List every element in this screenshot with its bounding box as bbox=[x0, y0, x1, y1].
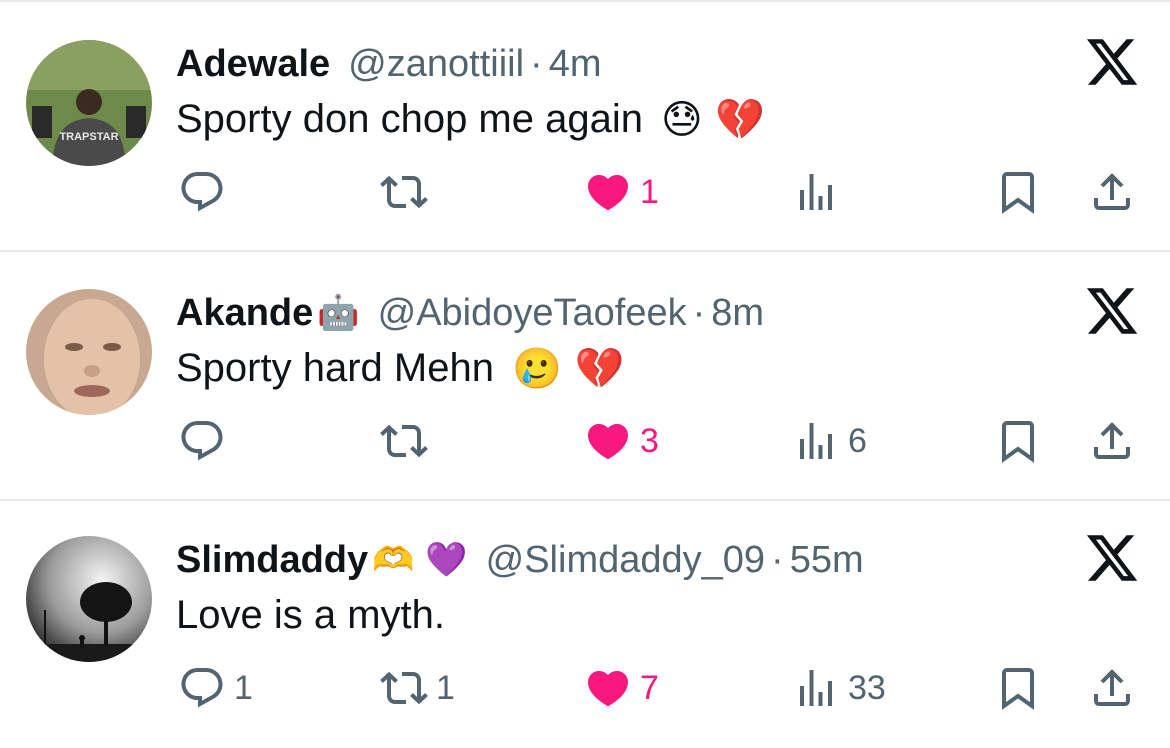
divider bbox=[0, 250, 1170, 252]
display-name[interactable]: Adewale bbox=[176, 43, 330, 86]
reply-icon bbox=[178, 168, 226, 216]
tweet-reply[interactable]: Slimdaddy 🫶 💜 @Slimdaddy_09 · 55m Love i… bbox=[0, 500, 1170, 748]
x-logo-icon[interactable] bbox=[1084, 34, 1140, 90]
tweet-text: Love is a myth. bbox=[176, 586, 445, 644]
bookmark-button[interactable] bbox=[994, 658, 1042, 718]
views-icon bbox=[792, 664, 840, 712]
views-button[interactable]: 6 bbox=[792, 411, 867, 471]
retweet-icon bbox=[380, 664, 428, 712]
bookmark-button[interactable] bbox=[994, 411, 1042, 471]
share-button[interactable] bbox=[1088, 658, 1136, 718]
heart-icon bbox=[584, 417, 632, 465]
share-icon bbox=[1088, 168, 1136, 216]
display-name[interactable]: Slimdaddy bbox=[176, 539, 368, 582]
share-icon bbox=[1088, 417, 1136, 465]
timestamp[interactable]: 55m bbox=[790, 539, 864, 582]
like-button[interactable]: 7 bbox=[584, 658, 659, 718]
timestamp[interactable]: 4m bbox=[549, 43, 602, 86]
avatar[interactable]: TRAPSTAR bbox=[26, 40, 152, 166]
heart-icon bbox=[584, 168, 632, 216]
tweet-reply[interactable]: TRAPSTAR Adewale @zanottiiil · 4m Sporty… bbox=[0, 4, 1170, 252]
like-button[interactable]: 1 bbox=[584, 162, 659, 222]
retweet-count: 1 bbox=[436, 668, 455, 707]
tweet-actions: 1 1 7 33 bbox=[0, 658, 1170, 718]
top-divider bbox=[0, 0, 1170, 2]
reply-icon bbox=[178, 664, 226, 712]
svg-text:TRAPSTAR: TRAPSTAR bbox=[59, 131, 118, 143]
views-icon bbox=[792, 168, 840, 216]
share-icon bbox=[1088, 664, 1136, 712]
x-logo-icon[interactable] bbox=[1084, 530, 1140, 586]
user-handle[interactable]: @zanottiiil bbox=[348, 43, 524, 86]
reply-button[interactable] bbox=[178, 411, 234, 471]
retweet-icon bbox=[380, 168, 428, 216]
reply-count: 1 bbox=[234, 668, 253, 707]
bookmark-icon bbox=[994, 168, 1042, 216]
timestamp[interactable]: 8m bbox=[711, 292, 764, 335]
tweet-emoji: 😓 💔 bbox=[660, 96, 766, 143]
tweet-text-content: Sporty hard Mehn bbox=[176, 345, 494, 390]
separator-dot: · bbox=[771, 538, 784, 581]
bookmark-icon bbox=[994, 664, 1042, 712]
share-button[interactable] bbox=[1088, 162, 1136, 222]
like-count: 1 bbox=[640, 172, 659, 211]
like-count: 3 bbox=[640, 421, 659, 460]
retweet-button[interactable] bbox=[380, 411, 436, 471]
retweet-button[interactable]: 1 bbox=[380, 658, 455, 718]
tweet-actions: 3 6 bbox=[0, 411, 1170, 471]
heart-icon bbox=[584, 664, 632, 712]
reply-button[interactable]: 1 bbox=[178, 658, 253, 718]
tweet-text-content: Love is a myth. bbox=[176, 592, 446, 637]
tweet-header: Adewale @zanottiiil · 4m bbox=[176, 36, 602, 92]
bookmark-button[interactable] bbox=[994, 162, 1042, 222]
reply-icon bbox=[178, 417, 226, 465]
views-count: 6 bbox=[848, 421, 867, 460]
avatar[interactable] bbox=[26, 536, 152, 662]
share-button[interactable] bbox=[1088, 411, 1136, 471]
retweet-button[interactable] bbox=[380, 162, 436, 222]
retweet-icon bbox=[380, 417, 428, 465]
x-logo-icon[interactable] bbox=[1084, 283, 1140, 339]
separator-dot: · bbox=[692, 291, 706, 334]
user-handle[interactable]: @Slimdaddy_09 bbox=[486, 539, 765, 582]
user-handle[interactable]: @AbidoyeTaofeek bbox=[378, 292, 687, 335]
tweet-text: Sporty don chop me again 😓 💔 bbox=[176, 90, 765, 148]
name-emoji: 🫶 💜 bbox=[372, 540, 468, 580]
name-emoji: 🤖 bbox=[317, 293, 360, 333]
tweet-emoji: 🥲 💔 bbox=[511, 345, 625, 392]
tweet-text-content: Sporty don chop me again bbox=[176, 96, 643, 141]
tweet-text: Sporty hard Mehn 🥲 💔 bbox=[176, 339, 624, 397]
views-button[interactable]: 33 bbox=[792, 658, 886, 718]
views-count: 33 bbox=[848, 668, 886, 707]
like-button[interactable]: 3 bbox=[584, 411, 659, 471]
like-count: 7 bbox=[640, 668, 659, 707]
tweet-header: Slimdaddy 🫶 💜 @Slimdaddy_09 · 55m bbox=[176, 532, 864, 588]
tweet-header: Akande 🤖 @AbidoyeTaofeek · 8m bbox=[176, 285, 764, 341]
views-icon bbox=[792, 417, 840, 465]
bookmark-icon bbox=[994, 417, 1042, 465]
avatar[interactable] bbox=[26, 289, 152, 415]
reply-button[interactable] bbox=[178, 162, 234, 222]
display-name[interactable]: Akande bbox=[176, 292, 313, 335]
tweet-reply[interactable]: Akande 🤖 @AbidoyeTaofeek · 8m Sporty har… bbox=[0, 253, 1170, 501]
views-button[interactable] bbox=[792, 162, 848, 222]
separator-dot: · bbox=[530, 42, 543, 85]
tweet-actions: 1 bbox=[0, 162, 1170, 222]
